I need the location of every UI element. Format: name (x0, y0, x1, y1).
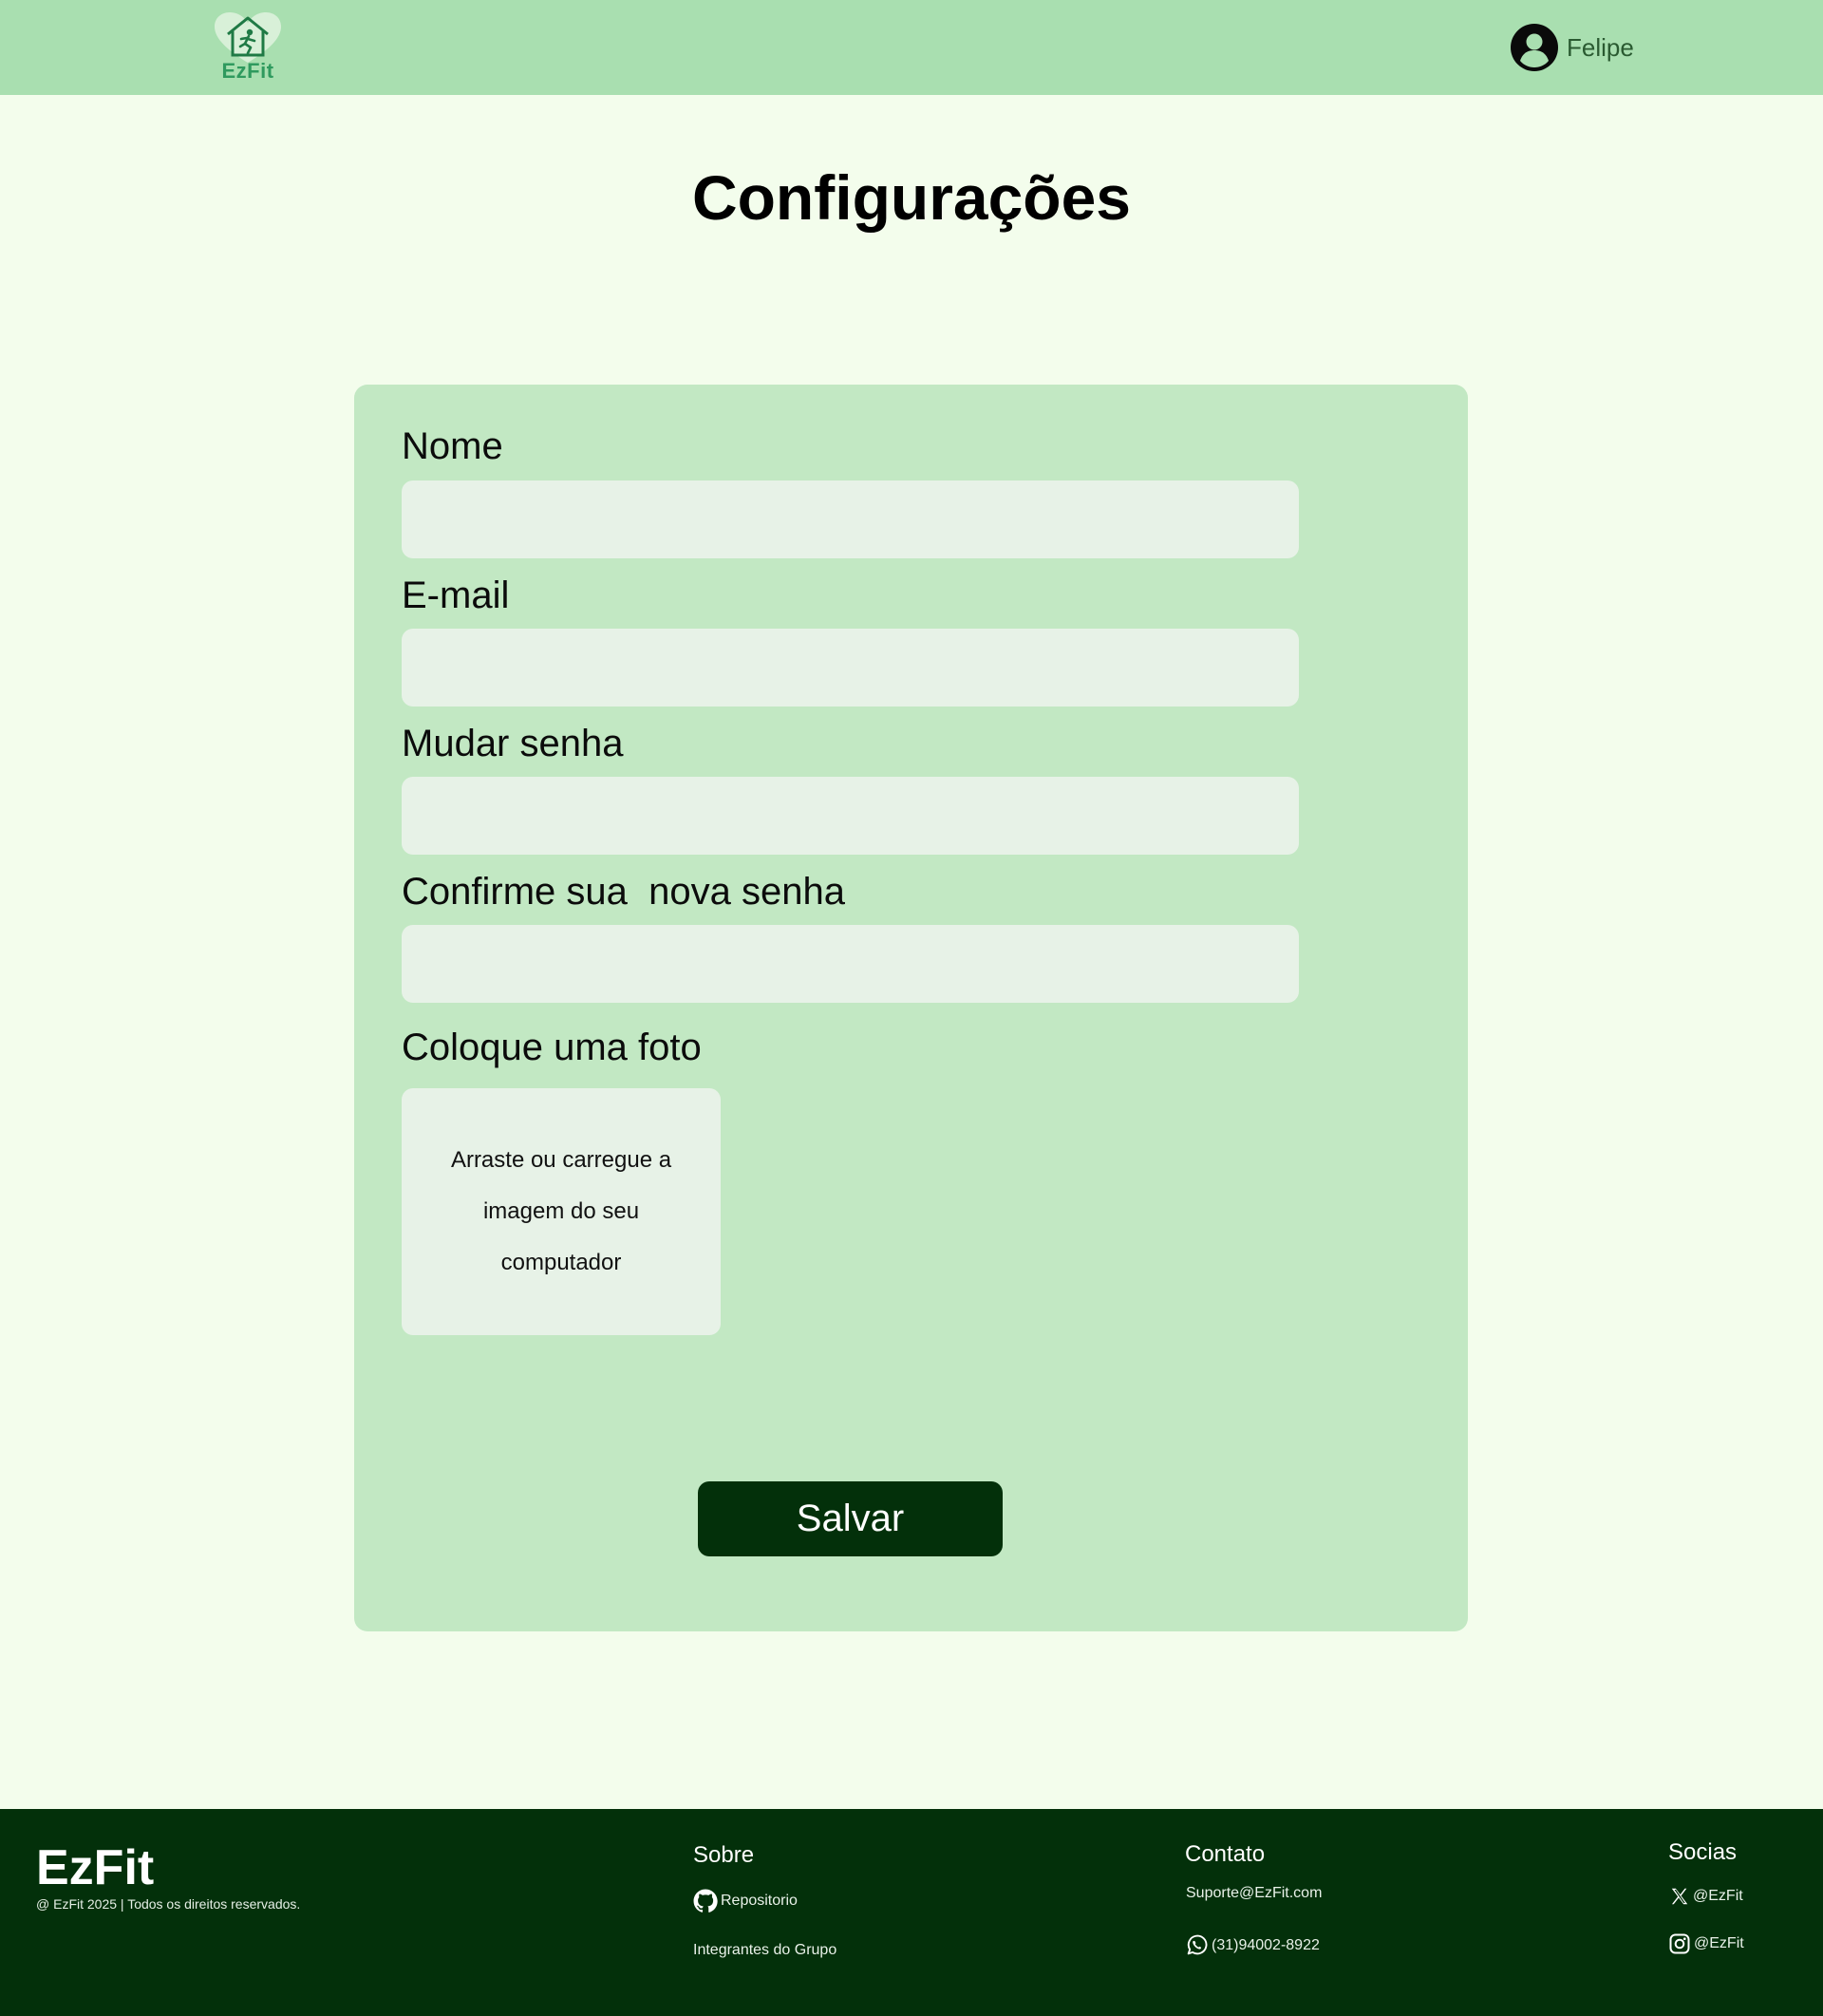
email-input[interactable] (402, 629, 1299, 707)
settings-form-card: Nome E-mail Mudar senha Confirme sua nov… (354, 385, 1468, 1631)
email-label: E-mail (402, 575, 510, 616)
footer-repository-link[interactable]: Repositorio (693, 1889, 798, 1913)
footer-instagram-handle: @EzFit (1694, 1935, 1744, 1951)
change-password-label: Mudar senha (402, 723, 624, 764)
photo-dropzone-text: Arraste ou carregue a imagem do seu comp… (450, 1147, 672, 1275)
footer-team-link[interactable]: Integrantes do Grupo (693, 1942, 836, 1959)
save-button[interactable]: Salvar (698, 1481, 1003, 1556)
footer-copyright: @ EzFit 2025 | Todos os direitos reserva… (36, 1896, 301, 1912)
footer-email-link[interactable]: Suporte@EzFit.com (1186, 1885, 1322, 1902)
footer-x-link[interactable]: @EzFit (1669, 1886, 1743, 1907)
footer-email-label: Suporte@EzFit.com (1186, 1885, 1323, 1901)
footer-about-heading: Sobre (693, 1842, 755, 1868)
confirm-password-label: Confirme sua nova senha (402, 871, 845, 913)
footer-repository-label: Repositorio (721, 1893, 798, 1909)
logo-text: EzFit (221, 59, 274, 83)
ezfit-logo[interactable]: EzFit (213, 11, 283, 84)
footer-team-label: Integrantes do Grupo (693, 1942, 837, 1958)
github-icon (693, 1889, 718, 1912)
x-icon (1671, 1888, 1688, 1905)
photo-label: Coloque uma foto (402, 1027, 702, 1068)
footer-x-handle: @EzFit (1693, 1888, 1743, 1904)
top-header: EzFit Felipe (0, 0, 1823, 95)
name-label: Nome (402, 425, 503, 467)
footer-contact-heading: Contato (1185, 1841, 1266, 1867)
whatsapp-icon (1187, 1934, 1208, 1955)
change-password-input[interactable] (402, 777, 1299, 855)
photo-upload-dropzone[interactable]: Arraste ou carregue a imagem do seu comp… (402, 1088, 721, 1335)
page-title: Configurações (691, 162, 1132, 233)
footer-instagram-link[interactable]: @EzFit (1668, 1932, 1744, 1955)
user-avatar-icon (1511, 24, 1558, 71)
confirm-password-input[interactable] (402, 925, 1299, 1003)
footer-socials-heading: Socias (1668, 1839, 1738, 1865)
footer-brand: EzFit (36, 1840, 155, 1895)
instagram-icon (1669, 1933, 1690, 1954)
footer-phone-link[interactable]: (31)94002-8922 (1185, 1933, 1320, 1957)
heart-house-logo-icon (215, 12, 281, 63)
user-profile-menu[interactable]: Felipe (1510, 23, 1634, 72)
user-name: Felipe (1567, 32, 1634, 62)
footer-phone-label: (31)94002-8922 (1212, 1936, 1320, 1953)
name-input[interactable] (402, 480, 1299, 558)
site-footer: EzFit @ EzFit 2025 | Todos os direitos r… (0, 1809, 1823, 2016)
